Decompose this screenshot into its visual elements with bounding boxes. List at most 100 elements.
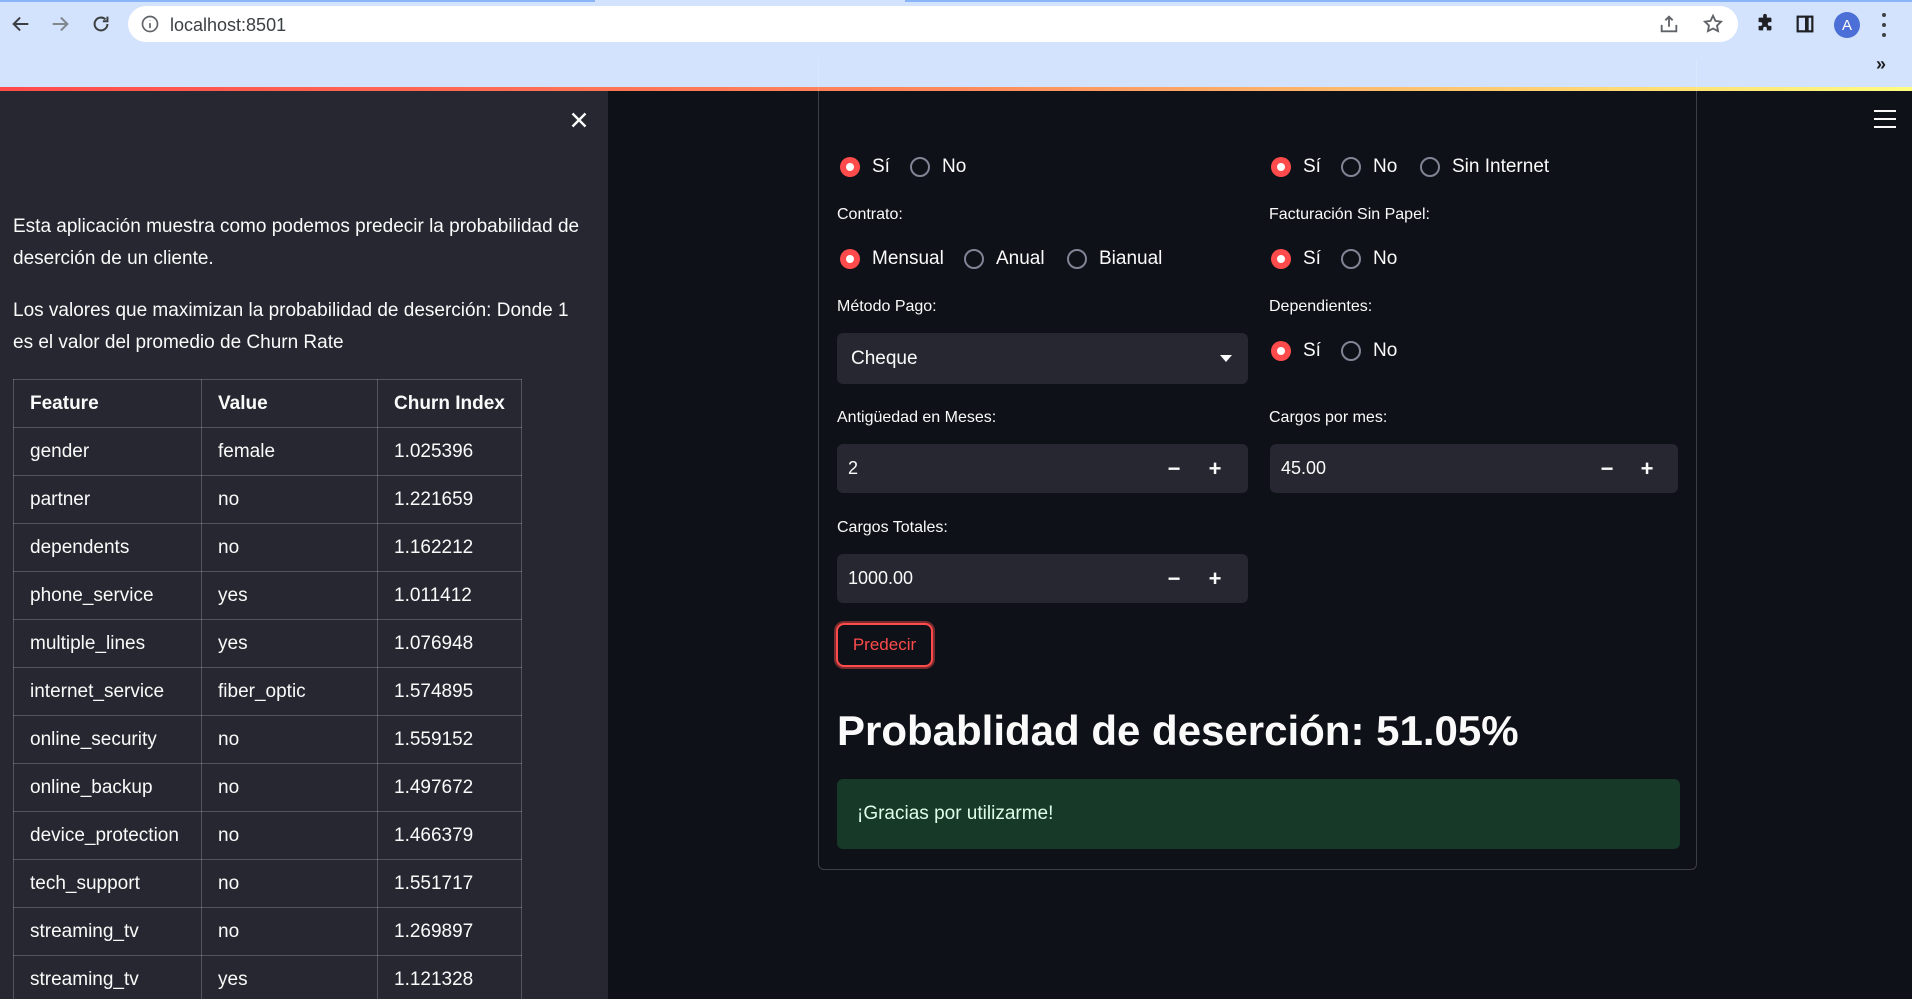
extensions-icon — [1758, 13, 1772, 31]
cargos-totales-input[interactable]: 1000.00 − + — [837, 554, 1248, 603]
app-description: Esta aplicación muestra como podemos pre… — [13, 216, 580, 269]
number-value[interactable]: 45.00 — [1281, 458, 1326, 479]
decrement-button[interactable]: − — [1159, 454, 1189, 484]
decrement-button[interactable]: − — [1592, 454, 1622, 484]
feature-cell: internet_service — [13, 667, 202, 716]
back-icon — [12, 16, 29, 32]
radio-unselected-icon — [910, 157, 930, 177]
forward-button[interactable] — [45, 9, 75, 39]
select-value: Cheque — [851, 348, 918, 369]
radio-top-right-si[interactable]: Sí — [1271, 156, 1321, 178]
facturacion-label: Facturación Sin Papel: — [1269, 206, 1430, 223]
profile-avatar[interactable]: A — [1834, 12, 1860, 38]
column-header: Churn Index — [377, 379, 522, 428]
value-cell: no — [201, 859, 378, 908]
share-icon[interactable] — [1658, 13, 1680, 35]
radio-top-right-no[interactable]: No — [1341, 156, 1397, 178]
info-icon[interactable] — [140, 14, 160, 34]
churn-index-cell: 1.497672 — [377, 763, 522, 812]
radio-dependientes-si[interactable]: Sí — [1271, 340, 1321, 362]
feature-cell: tech_support — [13, 859, 202, 908]
radio-unselected-icon — [1420, 157, 1440, 177]
value-cell: yes — [201, 955, 378, 999]
radio-dependientes-no[interactable]: No — [1341, 340, 1397, 362]
value-cell: yes — [201, 619, 378, 668]
more-icon[interactable] — [1880, 13, 1888, 37]
url-text[interactable]: localhost:8501 — [170, 15, 286, 36]
number-value[interactable]: 2 — [848, 458, 858, 479]
value-cell: no — [201, 715, 378, 764]
radio-top-left-si[interactable]: Sí — [840, 156, 890, 178]
radio-top-right-sin-internet[interactable]: Sin Internet — [1420, 156, 1549, 178]
table-explanation: Los valores que maximizan la probabilida… — [13, 300, 569, 353]
feature-cell: online_security — [13, 715, 202, 764]
extensions-button[interactable] — [1752, 11, 1778, 37]
radio-selected-icon — [1271, 157, 1291, 177]
address-bar[interactable]: localhost:8501 — [128, 6, 1738, 42]
radio-top-left-no[interactable]: No — [910, 156, 966, 178]
radio-contrato-bianual[interactable]: Bianual — [1067, 248, 1162, 270]
table-row: device_protection no 1.466379 — [13, 811, 522, 860]
star-icon[interactable] — [1702, 13, 1724, 35]
metodo-pago-select[interactable]: Cheque — [837, 333, 1248, 384]
radio-selected-icon — [1271, 341, 1291, 361]
forward-icon — [52, 16, 69, 32]
antiguedad-input[interactable]: 2 − + — [837, 444, 1248, 493]
radio-label: Sin Internet — [1452, 156, 1550, 177]
churn-index-table: Feature Value Churn Index gender female 1.… — [13, 379, 522, 999]
table-row: phone_service yes 1.011412 — [13, 571, 522, 620]
radio-unselected-icon — [964, 249, 984, 269]
radio-unselected-icon — [1067, 249, 1087, 269]
radio-label: No — [942, 156, 967, 177]
feature-cell: dependents — [13, 523, 202, 572]
radio-facturacion-no[interactable]: No — [1341, 248, 1397, 270]
number-value[interactable]: 1000.00 — [848, 568, 913, 589]
radio-facturacion-si[interactable]: Sí — [1271, 248, 1321, 270]
churn-index-cell: 1.559152 — [377, 715, 522, 764]
success-alert: ¡Gracias por utilizarme! — [837, 779, 1680, 849]
churn-index-cell: 1.076948 — [377, 619, 522, 668]
churn-index-cell: 1.221659 — [377, 475, 522, 524]
back-button[interactable] — [6, 9, 36, 39]
increment-button[interactable]: + — [1632, 454, 1662, 484]
predict-button[interactable]: Predecir — [836, 623, 933, 667]
value-cell: no — [201, 523, 378, 572]
chevrons-icon[interactable]: » — [1876, 54, 1886, 75]
main-menu-icon[interactable] — [1874, 110, 1896, 128]
metodo-pago-label: Método Pago: — [837, 298, 937, 315]
increment-button[interactable]: + — [1200, 454, 1230, 484]
column-header: Value — [201, 379, 378, 428]
reload-icon — [93, 16, 109, 32]
radio-selected-icon — [1271, 249, 1291, 269]
value-cell: no — [201, 907, 378, 956]
value-cell: yes — [201, 571, 378, 620]
feature-cell: multiple_lines — [13, 619, 202, 668]
increment-button[interactable]: + — [1200, 564, 1230, 594]
radio-contrato-anual[interactable]: Anual — [964, 248, 1045, 270]
radio-unselected-icon — [1341, 341, 1361, 361]
churn-probability-heading: Probablidad de deserción: 51.05% — [837, 707, 1519, 754]
churn-index-cell: 1.025396 — [377, 427, 522, 476]
churn-index-cell: 1.269897 — [377, 907, 522, 956]
decrement-button[interactable]: − — [1159, 564, 1189, 594]
chevron-down-icon — [1220, 355, 1232, 362]
side-panel-icon — [1796, 15, 1814, 33]
success-message: ¡Gracias por utilizarme! — [857, 803, 1054, 824]
feature-cell: device_protection — [13, 811, 202, 860]
radio-label: No — [1373, 156, 1398, 177]
table-row: streaming_tv yes 1.121328 — [13, 955, 522, 999]
radio-contrato-mensual[interactable]: Mensual — [840, 248, 944, 270]
churn-index-cell: 1.011412 — [377, 571, 522, 620]
cargos-mes-input[interactable]: 45.00 − + — [1270, 444, 1678, 493]
table-row: gender female 1.025396 — [13, 427, 522, 476]
close-sidebar-icon[interactable] — [566, 107, 592, 133]
feature-cell: partner — [13, 475, 202, 524]
table-row: partner no 1.221659 — [13, 475, 522, 524]
radio-label: No — [1373, 248, 1398, 269]
cargos-totales-label: Cargos Totales: — [837, 519, 948, 536]
value-cell: fiber_optic — [201, 667, 378, 716]
cargos-mes-label: Cargos por mes: — [1269, 409, 1388, 426]
reload-button[interactable] — [86, 9, 116, 39]
table-row: internet_service fiber_optic 1.574895 — [13, 667, 522, 716]
side-panel-button[interactable] — [1792, 11, 1818, 37]
